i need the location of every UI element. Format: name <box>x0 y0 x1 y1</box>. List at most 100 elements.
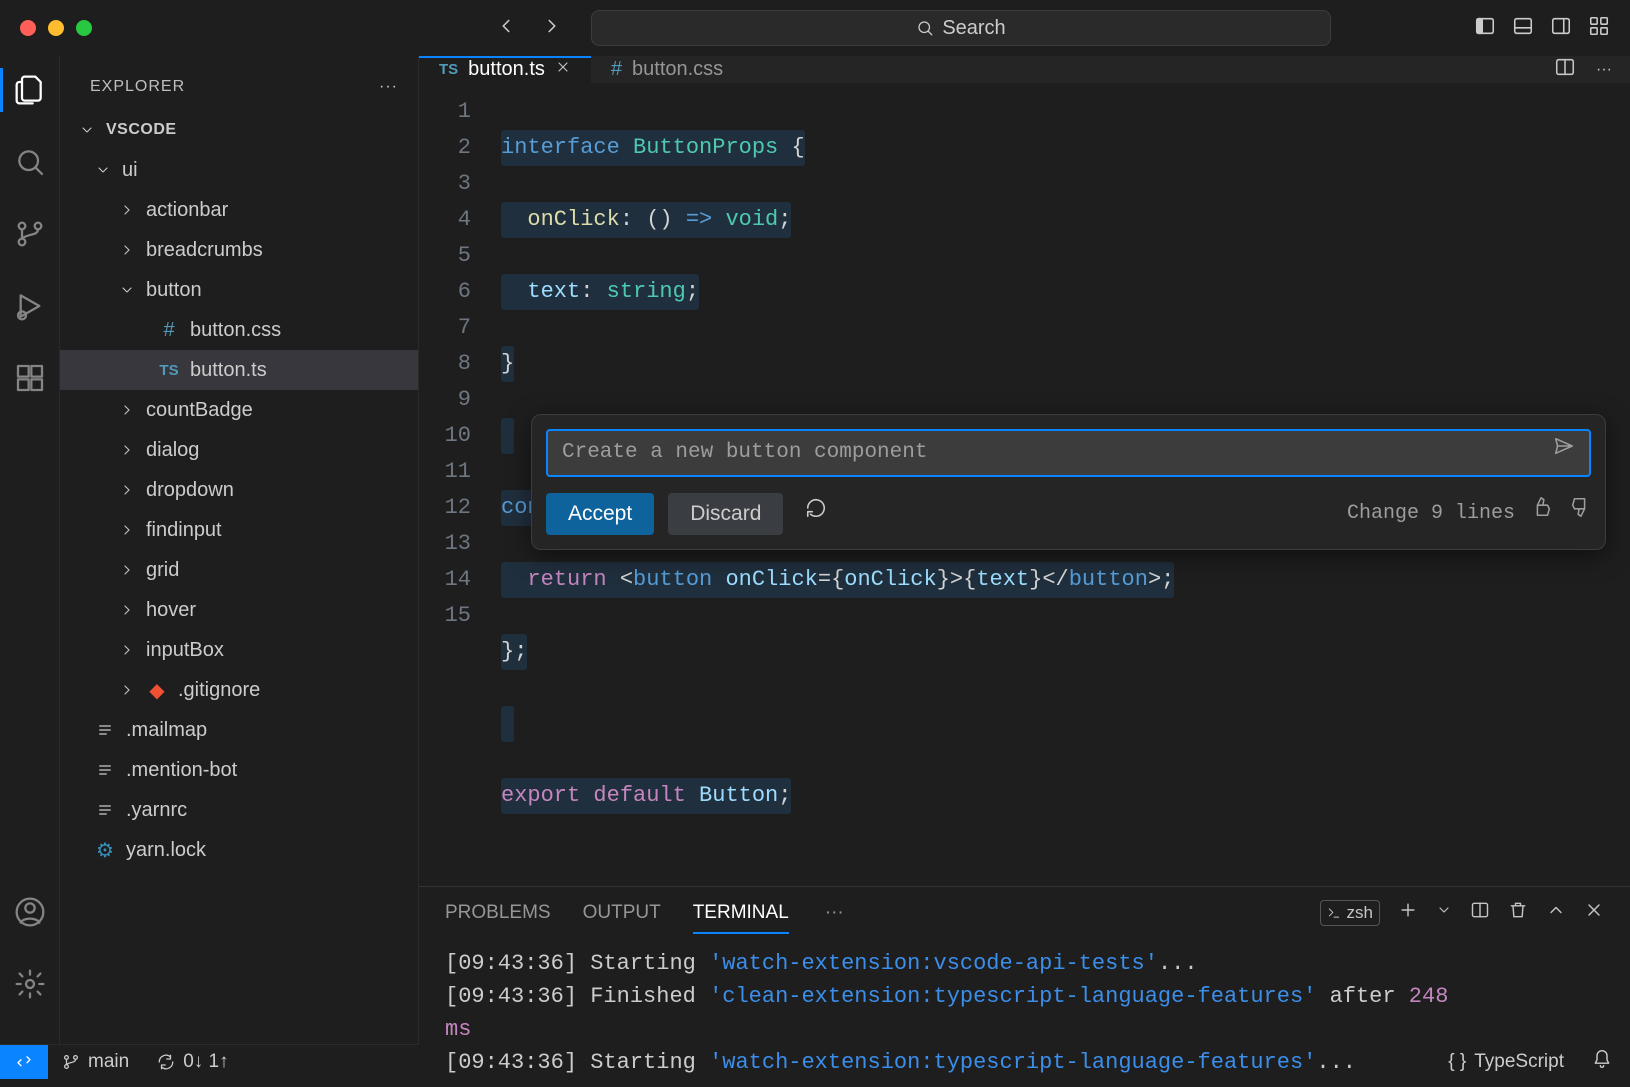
split-editor-button[interactable] <box>1554 56 1576 83</box>
tree-item-label: .yarnrc <box>126 799 187 822</box>
activity-run-debug[interactable] <box>0 290 60 322</box>
activity-search[interactable] <box>0 146 60 178</box>
close-panel-button[interactable] <box>1584 900 1604 926</box>
tree-folder-dropdown[interactable]: dropdown <box>60 470 418 510</box>
inline-chat-input[interactable]: Create a new button component <box>546 429 1591 477</box>
tree-folder-hover[interactable]: hover <box>60 590 418 630</box>
discard-button[interactable]: Discard <box>668 493 783 535</box>
nav-forward-button[interactable] <box>541 15 563 42</box>
text-file-icon <box>94 722 116 738</box>
tree-file-button-ts[interactable]: TSbutton.ts <box>60 350 418 390</box>
sidebar-more-button[interactable]: ··· <box>379 78 398 96</box>
split-terminal-button[interactable] <box>1470 900 1490 926</box>
layout-controls <box>1474 15 1610 42</box>
chevron-right-icon <box>118 682 136 698</box>
toggle-primary-sidebar-button[interactable] <box>1474 15 1496 42</box>
accept-button[interactable]: Accept <box>546 493 654 535</box>
tree-folder-button[interactable]: button <box>60 270 418 310</box>
panel-tab-output[interactable]: OUTPUT <box>583 902 661 924</box>
thumbs-down-button[interactable] <box>1569 496 1591 532</box>
tree-folder-findinput[interactable]: findinput <box>60 510 418 550</box>
code-editor[interactable]: 123456789101112131415 interface ButtonPr… <box>419 84 1630 886</box>
maximize-window-button[interactable] <box>76 20 92 36</box>
tree-folder-countbadge[interactable]: countBadge <box>60 390 418 430</box>
tree-folder-ui[interactable]: ui <box>60 150 418 190</box>
panel-tab-problems[interactable]: PROBLEMS <box>445 902 551 924</box>
chevron-right-icon <box>118 402 136 418</box>
terminal-profile-badge[interactable]: zsh <box>1320 900 1380 926</box>
inline-chat-widget: Create a new button component Accept Dis… <box>531 414 1606 550</box>
activity-settings[interactable] <box>0 968 60 1000</box>
minimize-window-button[interactable] <box>48 20 64 36</box>
line-gutter: 123456789101112131415 <box>419 94 491 886</box>
sync-status[interactable]: 0↓ 1↑ <box>143 1051 242 1073</box>
new-terminal-button[interactable] <box>1398 900 1418 926</box>
thumbs-up-button[interactable] <box>1531 496 1553 532</box>
account-icon <box>14 896 46 928</box>
tree-item-label: button.css <box>190 319 281 342</box>
customize-layout-button[interactable] <box>1588 15 1610 42</box>
chevron-right-icon <box>118 242 136 258</box>
ts-file-icon: TS <box>439 61 458 78</box>
close-tab-button[interactable] <box>555 58 571 81</box>
nav-back-button[interactable] <box>495 15 517 42</box>
tab-button-ts[interactable]: TS button.ts <box>419 56 591 83</box>
tab-label: button.css <box>632 58 723 81</box>
command-center[interactable]: Search <box>591 10 1331 46</box>
chevron-right-icon <box>118 642 136 658</box>
regenerate-button[interactable] <box>805 496 827 532</box>
chevron-down-icon <box>78 122 96 138</box>
sync-counts: 0↓ 1↑ <box>183 1051 228 1073</box>
kill-terminal-button[interactable] <box>1508 900 1528 926</box>
tree-item-label: breadcrumbs <box>146 239 263 262</box>
language-name: TypeScript <box>1474 1051 1564 1073</box>
tree-item-label: .mention-bot <box>126 759 237 782</box>
panel-more-button[interactable]: ··· <box>825 902 844 924</box>
change-status: Change 9 lines <box>1347 496 1515 532</box>
tree-root[interactable]: VSCODE <box>60 110 418 150</box>
tree-file-button-css[interactable]: button.css <box>60 310 418 350</box>
language-mode[interactable]: { } TypeScript <box>1434 1051 1578 1073</box>
tree-item-label: actionbar <box>146 199 228 222</box>
sync-icon <box>157 1053 175 1071</box>
send-icon[interactable] <box>1553 435 1575 471</box>
nav-arrows <box>495 15 563 42</box>
tree-file-mention-bot[interactable]: .mention-bot <box>60 750 418 790</box>
tree-folder-inputbox[interactable]: inputBox <box>60 630 418 670</box>
notifications-button[interactable] <box>1592 1049 1612 1075</box>
git-branch-icon <box>62 1053 80 1071</box>
activity-bar <box>0 56 60 1044</box>
tree-file-mailmap[interactable]: .mailmap <box>60 710 418 750</box>
remote-button[interactable] <box>0 1045 48 1079</box>
panel-tab-terminal[interactable]: TERMINAL <box>693 902 789 924</box>
explorer-sidebar: EXPLORER ··· VSCODE ui actionbar breadcr… <box>60 56 418 1044</box>
tree-item-label: dropdown <box>146 479 234 502</box>
tree-item-label: button <box>146 279 202 302</box>
tree-file-gitignore[interactable]: ◆.gitignore <box>60 670 418 710</box>
activity-explorer[interactable] <box>0 74 60 106</box>
maximize-panel-button[interactable] <box>1546 900 1566 926</box>
css-file-icon <box>158 319 180 342</box>
search-icon <box>916 19 934 37</box>
activity-accounts[interactable] <box>0 896 60 928</box>
close-window-button[interactable] <box>20 20 36 36</box>
tree-file-yarnrc[interactable]: .yarnrc <box>60 790 418 830</box>
toggle-secondary-sidebar-button[interactable] <box>1550 15 1572 42</box>
terminal-shell-name: zsh <box>1347 903 1373 923</box>
tree-folder-grid[interactable]: grid <box>60 550 418 590</box>
text-file-icon <box>94 802 116 818</box>
chevron-right-icon <box>118 482 136 498</box>
tree-file-yarnlock[interactable]: ⚙yarn.lock <box>60 830 418 870</box>
git-file-icon: ◆ <box>146 678 168 703</box>
tree-folder-dialog[interactable]: dialog <box>60 430 418 470</box>
toggle-panel-button[interactable] <box>1512 15 1534 42</box>
tree-folder-breadcrumbs[interactable]: breadcrumbs <box>60 230 418 270</box>
tab-label: button.ts <box>468 58 545 81</box>
activity-source-control[interactable] <box>0 218 60 250</box>
activity-extensions[interactable] <box>0 362 60 394</box>
editor-more-button[interactable]: ··· <box>1596 61 1612 79</box>
git-branch-status[interactable]: main <box>48 1051 143 1073</box>
terminal-dropdown-button[interactable] <box>1436 902 1452 924</box>
tab-button-css[interactable]: button.css <box>591 56 743 83</box>
tree-folder-actionbar[interactable]: actionbar <box>60 190 418 230</box>
